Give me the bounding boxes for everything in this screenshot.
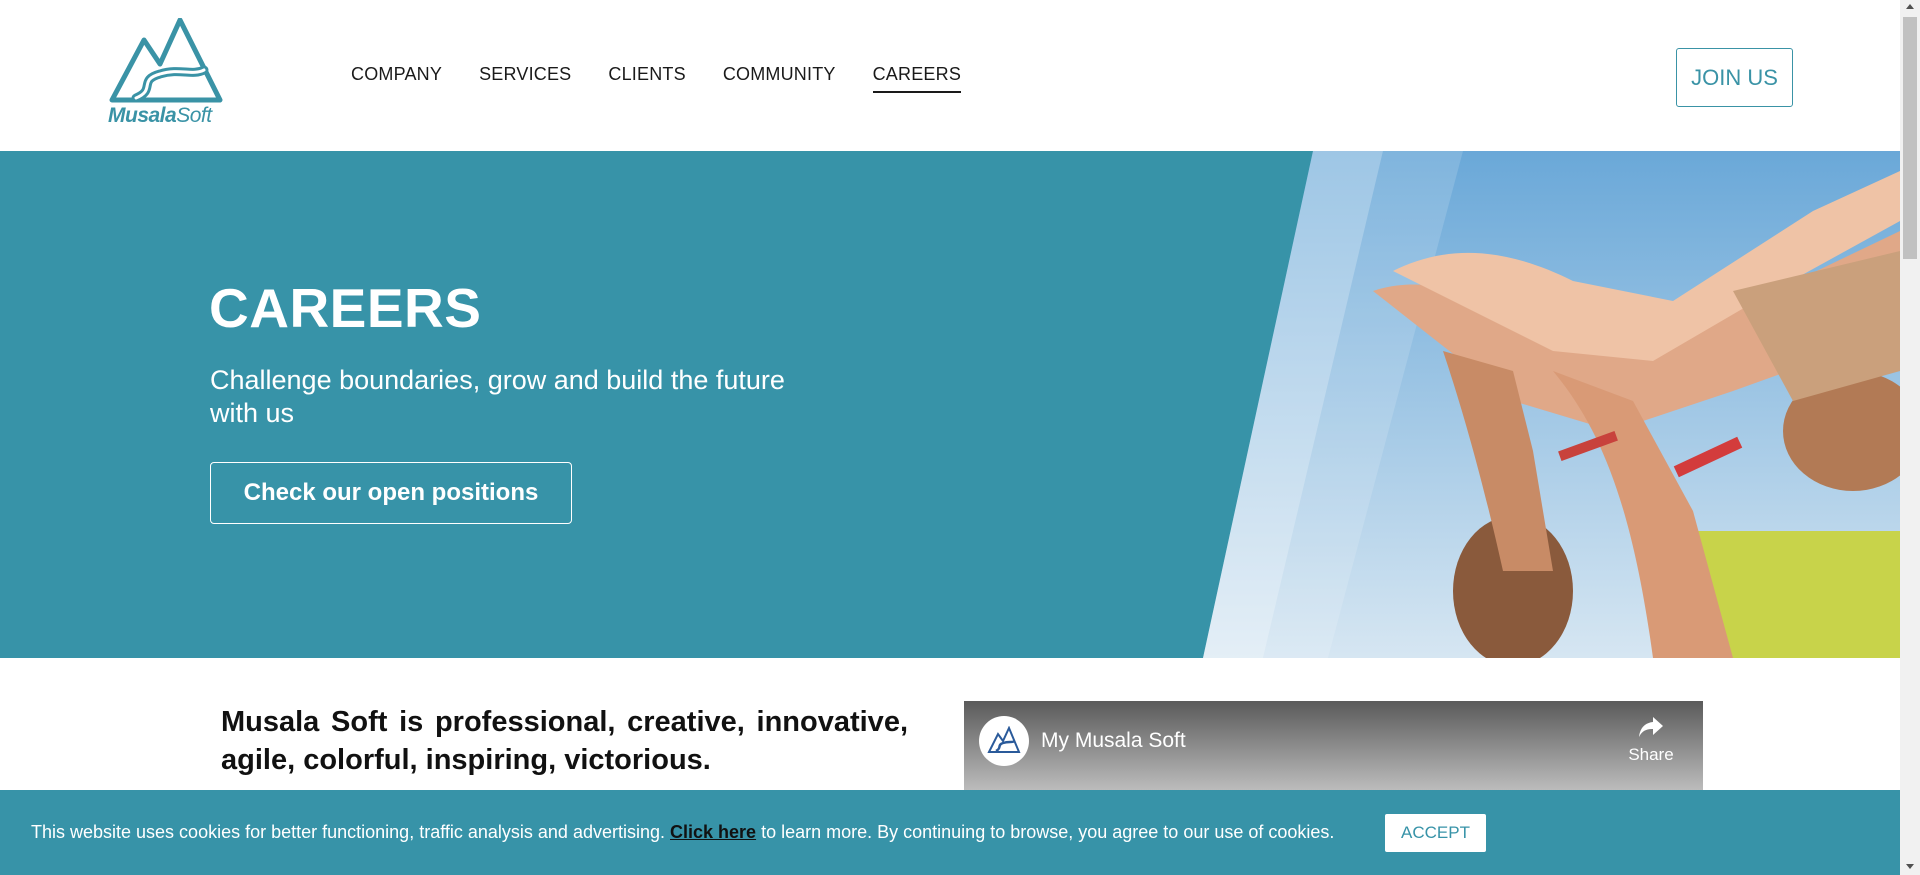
musalasoft-logo[interactable]: MusalaSoft (108, 18, 224, 130)
intro-statement: Musala Soft is professional, creative, i… (221, 703, 908, 779)
join-us-button[interactable]: JOIN US (1676, 48, 1793, 107)
mountain-logo-icon (109, 18, 223, 103)
cookie-banner: This website uses cookies for better fun… (0, 790, 1900, 875)
cookie-text-after: to learn more. By continuing to browse, … (761, 822, 1335, 842)
video-share-button[interactable]: Share (1621, 715, 1681, 765)
cookie-text-before: This website uses cookies for better fun… (31, 822, 665, 842)
page-scrollbar[interactable] (1900, 0, 1920, 875)
logo-word-bold: Musala (108, 104, 177, 127)
intro-line-1: Musala Soft is professional, creative, i… (221, 706, 908, 738)
nav-item-services[interactable]: SERVICES (479, 64, 571, 93)
nav-item-careers[interactable]: CAREERS (872, 64, 962, 93)
cookie-learn-more-link[interactable]: Click here (670, 822, 756, 842)
scroll-down-icon[interactable] (1906, 864, 1914, 869)
nav-item-clients[interactable]: CLIENTS (608, 64, 685, 93)
cookie-message: This website uses cookies for better fun… (31, 822, 1334, 843)
hero-subtitle: Challenge boundaries, grow and build the… (210, 365, 785, 428)
nav-item-company[interactable]: COMPANY (351, 64, 442, 93)
open-positions-button[interactable]: Check our open positions (210, 462, 572, 524)
team-hands-photo (1203, 151, 1900, 658)
musala-logo-avatar[interactable] (979, 716, 1029, 766)
video-embed[interactable]: My Musala Soft Share (964, 701, 1703, 791)
main-nav: COMPANY SERVICES CLIENTS COMMUNITY CAREE… (351, 64, 998, 93)
hero-banner: CAREERS Challenge boundaries, grow and b… (0, 151, 1900, 658)
share-icon (1639, 717, 1663, 737)
video-title[interactable]: My Musala Soft (1041, 729, 1186, 753)
logo-word-light: Soft (176, 104, 212, 127)
channel-logo-icon (987, 726, 1021, 753)
logo-wordmark: MusalaSoft (108, 104, 224, 128)
intro-line-2: agile, colorful, inspiring, victorious. (221, 744, 711, 776)
scroll-thumb[interactable] (1903, 17, 1917, 259)
site-header: MusalaSoft COMPANY SERVICES CLIENTS COMM… (0, 0, 1900, 151)
accept-cookies-button[interactable]: ACCEPT (1385, 814, 1486, 852)
share-label: Share (1628, 745, 1674, 764)
scroll-up-icon[interactable] (1906, 4, 1914, 9)
nav-item-community[interactable]: COMMUNITY (723, 64, 836, 93)
page-title: CAREERS (209, 277, 482, 339)
